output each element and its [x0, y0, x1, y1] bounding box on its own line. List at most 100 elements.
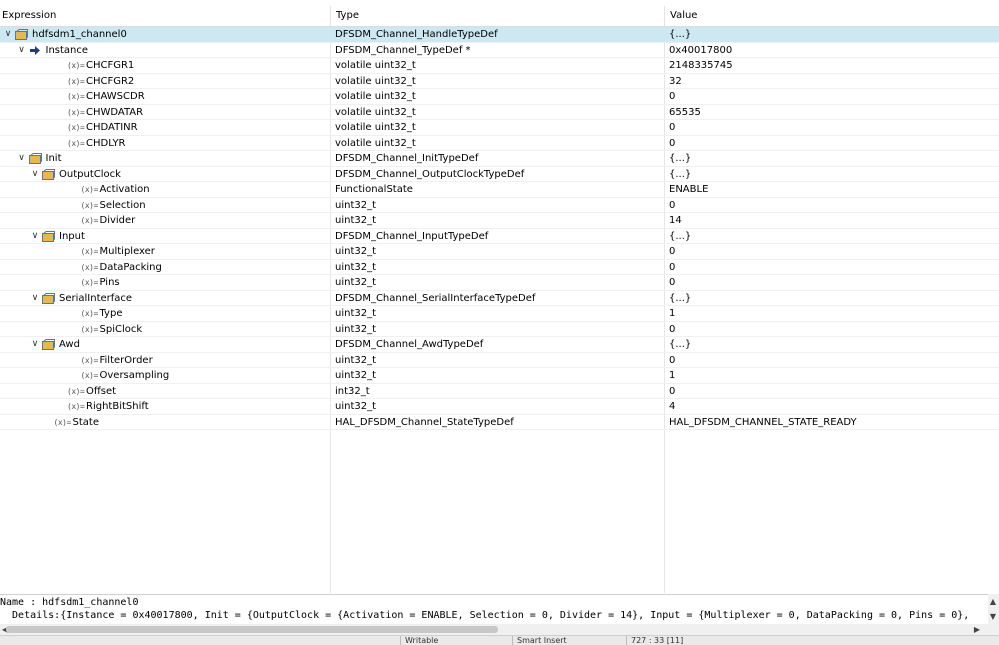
value-cell[interactable]: {...} [669, 167, 994, 182]
expression-cell: (x)= CHCFGR1 [0, 58, 328, 73]
tree-row[interactable]: (x)= Type uint32_t 1 [0, 306, 999, 322]
value-cell[interactable]: 0 [669, 322, 994, 337]
expression-cell: ∨ Instance [0, 43, 328, 58]
expression-label: CHDLYR [86, 137, 126, 149]
tree-row[interactable]: (x)= RightBitShift uint32_t 4 [0, 399, 999, 415]
tree-row[interactable]: (x)= FilterOrder uint32_t 0 [0, 353, 999, 368]
tree-row[interactable]: (x)= Multiplexer uint32_t 0 [0, 244, 999, 260]
details-vertical-scrollbar[interactable]: ▲ ▼ [988, 594, 999, 624]
chevron-down-icon[interactable]: ∨ [17, 151, 27, 166]
tree-row[interactable]: (x)= CHDLYR volatile uint32_t 0 [0, 136, 999, 151]
value-cell[interactable]: 0 [669, 136, 994, 151]
tree-row[interactable]: ∨ Instance DFSDM_Channel_TypeDef * 0x400178… [0, 43, 999, 58]
expression-cell: (x)= SpiClock [0, 322, 328, 337]
chevron-down-icon[interactable]: ∨ [17, 43, 27, 58]
tree-row[interactable]: (x)= Pins uint32_t 0 [0, 275, 999, 291]
chevron-down-icon[interactable]: ∨ [30, 167, 40, 182]
scroll-right-icon[interactable]: ▶ [972, 624, 982, 635]
tree-row[interactable]: (x)= State HAL_DFSDM_Channel_StateTypeDef H… [0, 415, 999, 430]
value-cell[interactable]: {...} [669, 27, 994, 42]
expression-label: DataPacking [99, 261, 162, 273]
expression-label: FilterOrder [99, 354, 153, 366]
variable-icon: (x)= [67, 386, 85, 396]
tree-row[interactable]: (x)= CHWDATAR volatile uint32_t 65535 [0, 105, 999, 120]
struct-icon [42, 339, 55, 350]
variable-icon: (x)= [80, 324, 99, 334]
tree-row[interactable]: ∨ SerialInterface DFSDM_Channel_SerialInte… [0, 291, 999, 306]
chevron-down-icon[interactable]: ∨ [30, 229, 40, 244]
expression-cell: (x)= Activation [0, 182, 328, 197]
value-cell[interactable]: {...} [669, 337, 994, 352]
tree-row[interactable]: (x)= SpiClock uint32_t 0 [0, 322, 999, 337]
value-cell[interactable]: {...} [669, 291, 994, 306]
details-pane[interactable]: Name : hdfsdm1_channel0 Details:{Instanc… [0, 594, 999, 625]
value-cell[interactable]: 0 [669, 260, 994, 275]
value-cell[interactable]: 14 [669, 213, 994, 228]
value-cell[interactable]: 1 [669, 368, 994, 383]
value-cell[interactable]: 0 [669, 89, 994, 104]
expression-label: Offset [86, 385, 117, 397]
value-cell[interactable]: 0 [669, 244, 994, 259]
value-cell[interactable]: 0x40017800 [669, 43, 994, 58]
expression-cell: (x)= Offset [0, 384, 328, 399]
value-cell[interactable]: 32 [669, 74, 994, 89]
value-cell[interactable]: 65535 [669, 105, 994, 120]
header-value[interactable]: Value [668, 6, 697, 26]
expression-label: Input [59, 230, 85, 242]
type-cell: HAL_DFSDM_Channel_StateTypeDef [335, 416, 514, 428]
value-cell[interactable]: 0 [669, 384, 994, 399]
value-cell[interactable]: HAL_DFSDM_CHANNEL_STATE_READY [669, 415, 994, 430]
expression-cell: (x)= CHWDATAR [0, 105, 328, 120]
value-cell[interactable]: 0 [669, 198, 994, 213]
chevron-down-icon[interactable]: ∨ [3, 27, 13, 42]
expression-cell: (x)= State [0, 415, 328, 430]
chevron-down-icon[interactable]: ∨ [30, 337, 40, 352]
tree-row[interactable]: ∨ Init DFSDM_Channel_InitTypeDef {...} [0, 151, 999, 167]
tree-row[interactable]: ∨ hdfsdm1_channel0 DFSDM_Channel_HandleTyp… [0, 27, 999, 43]
tree-row[interactable]: ∨ Input DFSDM_Channel_InputTypeDef {...} [0, 229, 999, 244]
tree-row[interactable]: (x)= CHAWSCDR volatile uint32_t 0 [0, 89, 999, 105]
scrollbar-thumb[interactable] [6, 626, 498, 633]
value-cell[interactable]: {...} [669, 151, 994, 166]
column-separator[interactable] [330, 6, 331, 26]
header-expression[interactable]: Expression [0, 6, 56, 26]
tree-row[interactable]: (x)= DataPacking uint32_t 0 [0, 260, 999, 275]
type-cell: uint32_t [335, 215, 377, 226]
value-cell[interactable]: {...} [669, 229, 994, 244]
expression-cell: (x)= CHDLYR [0, 136, 328, 151]
expression-label: Multiplexer [99, 246, 155, 257]
tree-row[interactable]: (x)= CHDATINR volatile uint32_t 0 [0, 120, 999, 136]
tree-row[interactable]: (x)= Oversampling uint32_t 1 [0, 368, 999, 384]
horizontal-scrollbar[interactable]: ◀ ▶ [0, 624, 999, 635]
value-cell[interactable]: 0 [669, 353, 994, 368]
value-cell[interactable]: 0 [669, 120, 994, 135]
header-type[interactable]: Type [334, 6, 359, 26]
variable-icon: (x)= [80, 185, 99, 194]
scroll-up-icon[interactable]: ▲ [988, 596, 998, 607]
expression-label: Pins [99, 277, 120, 288]
tree-row[interactable]: (x)= Activation FunctionalState ENABLE [0, 182, 999, 198]
variable-icon: (x)= [80, 262, 99, 272]
value-cell[interactable]: 2148335745 [669, 58, 994, 73]
tree-row[interactable]: ∨ OutputClock DFSDM_Channel_OutputClockTyp… [0, 167, 999, 182]
expression-cell: (x)= CHCFGR2 [0, 74, 328, 89]
expression-label: Instance [45, 44, 89, 56]
chevron-down-icon[interactable]: ∨ [30, 291, 40, 306]
column-separator[interactable] [664, 6, 665, 26]
value-cell[interactable]: 0 [669, 275, 994, 290]
value-cell[interactable]: 1 [669, 306, 994, 321]
tree-row[interactable]: (x)= CHCFGR1 volatile uint32_t 2148335745 [0, 58, 999, 74]
tree-row[interactable]: (x)= Divider uint32_t 14 [0, 213, 999, 229]
tree-row[interactable]: ∨ Awd DFSDM_Channel_AwdTypeDef {...} [0, 337, 999, 353]
type-cell: uint32_t [335, 308, 377, 319]
struct-icon [28, 153, 42, 164]
value-cell[interactable]: ENABLE [669, 182, 994, 197]
scroll-down-icon[interactable]: ▼ [988, 611, 998, 622]
type-cell: uint32_t [335, 199, 377, 211]
type-cell: DFSDM_Channel_AwdTypeDef [335, 339, 484, 350]
tree-row[interactable]: (x)= Offset int32_t 0 [0, 384, 999, 399]
variable-icon: (x)= [67, 123, 85, 132]
tree-row[interactable]: (x)= CHCFGR2 volatile uint32_t 32 [0, 74, 999, 89]
tree-row[interactable]: (x)= Selection uint32_t 0 [0, 198, 999, 213]
value-cell[interactable]: 4 [669, 399, 994, 414]
